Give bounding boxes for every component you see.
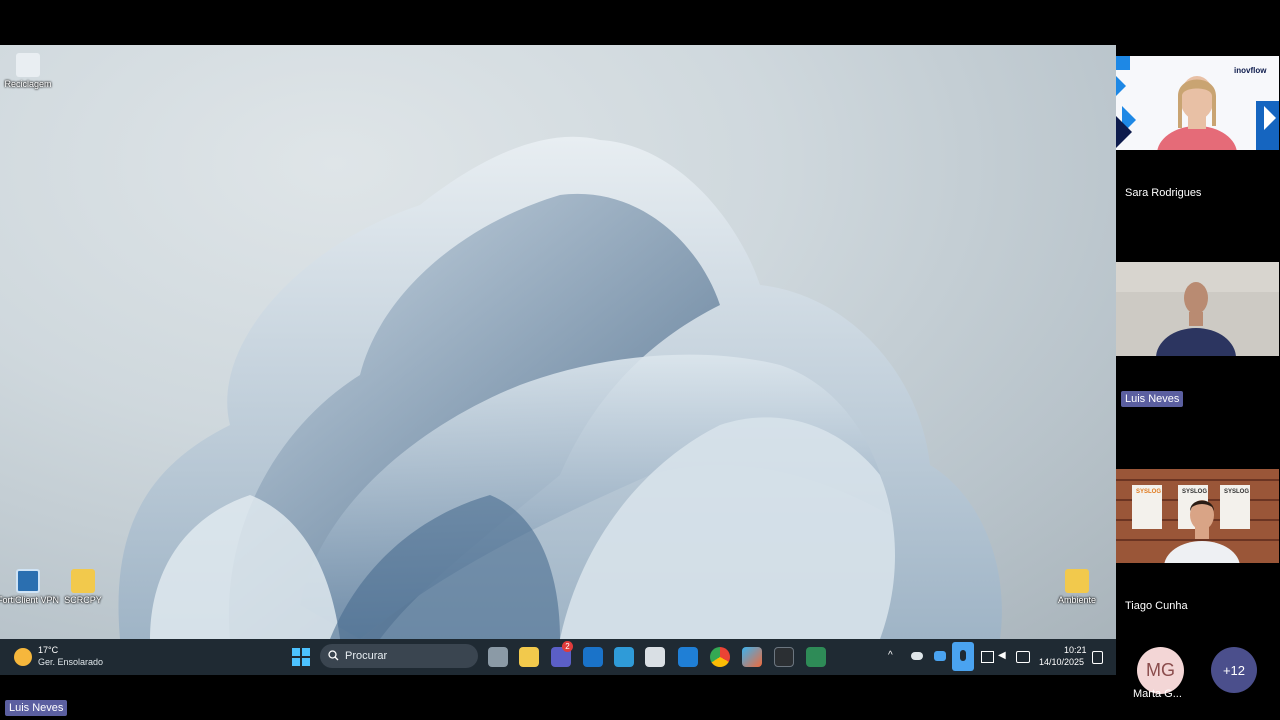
presenter-name-label: Luis Neves	[5, 700, 68, 716]
participant-name: Tiago Cunha	[1125, 600, 1188, 612]
poster-label: SYSLOG	[1136, 489, 1162, 495]
microphone-icon[interactable]	[952, 642, 974, 671]
clock-date[interactable]: 14/10/2025	[1039, 657, 1084, 667]
chrome-icon[interactable]	[710, 647, 730, 667]
desktop-icon-label: Reciclagem	[4, 79, 52, 89]
network-icon[interactable]	[981, 651, 994, 663]
taskbar: 17°C Ger. Ensolarado Procurar 2 ^ ◀ 10:2…	[0, 639, 1116, 675]
search-placeholder: Procurar	[345, 650, 388, 662]
teams-badge: 2	[562, 641, 573, 652]
snipping-tool-icon[interactable]	[645, 647, 665, 667]
app-icon[interactable]	[742, 647, 762, 667]
weather-desc[interactable]: Ger. Ensolarado	[38, 657, 103, 667]
cloud-icon[interactable]	[911, 652, 923, 660]
notepad-icon[interactable]	[614, 647, 634, 667]
participant-video-luis[interactable]	[1116, 262, 1279, 356]
clock-time[interactable]: 10:21	[1064, 645, 1087, 655]
desktop-icon-recycle-bin[interactable]: Reciclagem	[0, 53, 63, 89]
forticlient-icon	[16, 569, 40, 593]
chevron-up-icon[interactable]: ^	[888, 650, 893, 661]
wallpaper-bloom	[118, 136, 1002, 639]
terminal-icon[interactable]	[774, 647, 794, 667]
speaker-icon[interactable]: ◀	[998, 650, 1006, 661]
taskbar-search-box[interactable]	[320, 644, 478, 668]
weather-temp[interactable]: 17°C	[38, 645, 58, 655]
desktop-icon-ambiente[interactable]: Ambiente	[1042, 569, 1112, 605]
desktop-icon-scrcpy[interactable]: SCRCPY	[48, 569, 118, 605]
remote-app-icon[interactable]	[806, 647, 826, 667]
onedrive-icon[interactable]	[934, 651, 946, 661]
poster-label: SYSLOG	[1182, 489, 1208, 495]
battery-icon[interactable]	[1016, 651, 1030, 663]
start-windows-icon[interactable]	[291, 647, 311, 667]
desktop-icon-label: Ambiente	[1057, 595, 1097, 605]
outlook-icon[interactable]	[583, 647, 603, 667]
participant-avatar-name: Marta G...	[1133, 688, 1182, 700]
notification-bell-icon[interactable]	[1092, 651, 1103, 664]
weather-sun-icon[interactable]	[14, 648, 32, 666]
participant-avatar[interactable]: MG	[1137, 647, 1184, 694]
shared-screen: Reciclagem FortiClient VPN SCRCPY Ambien…	[0, 45, 1116, 639]
participant-video-sara[interactable]: inovflow	[1116, 56, 1279, 150]
store-icon[interactable]	[678, 647, 698, 667]
recycle-bin-icon	[16, 53, 40, 77]
folder-icon	[71, 569, 95, 593]
participant-name: Sara Rodrigues	[1125, 187, 1202, 199]
participant-name-active: Luis Neves	[1121, 391, 1184, 407]
file-explorer-icon[interactable]	[519, 647, 539, 667]
desktop-icon-label: SCRCPY	[64, 595, 102, 605]
inovflow-logo: inovflow	[1234, 66, 1267, 75]
poster-label: SYSLOG	[1224, 489, 1250, 495]
video-frame	[1116, 262, 1279, 356]
folder-icon	[1065, 569, 1089, 593]
participant-video-tiago[interactable]: SYSLOG SYSLOG SYSLOG	[1116, 469, 1279, 563]
video-frame	[1116, 469, 1279, 563]
teams-icon[interactable]: 2	[551, 641, 573, 667]
more-participants-button[interactable]: +12	[1211, 647, 1257, 693]
search-icon	[328, 650, 339, 661]
task-view-icon[interactable]	[488, 647, 508, 667]
